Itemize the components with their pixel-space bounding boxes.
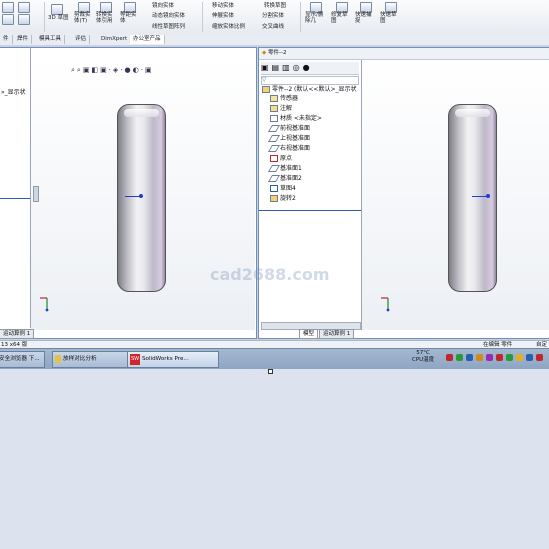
tab-weldments[interactable]: 焊件 xyxy=(14,35,33,44)
ribbon-split-line[interactable]: 转换草图 xyxy=(264,3,286,9)
tab-model[interactable]: 模型 xyxy=(299,329,319,339)
ribbon-repair-sketch[interactable]: 修复草 图 xyxy=(331,12,348,24)
left-document-window: »_显示状 ⌕⌕▣◧▣·◈·●◐·▣ 运动算例 1 xyxy=(0,47,257,339)
left-motion-study-tab[interactable]: 运动算例 1 xyxy=(0,329,35,339)
left-feature-tree-panel: »_显示状 xyxy=(0,48,31,328)
tab-dimxpert[interactable]: DimXpert xyxy=(98,35,132,44)
tree-item-top-plane[interactable]: 上视基准面 xyxy=(267,135,310,142)
taskbar-item-solidworks[interactable]: SW SolidWorks Pre... xyxy=(127,351,219,368)
ribbon-stretch-entities[interactable]: 伸展实体 xyxy=(212,13,234,19)
tree-item-front-plane[interactable]: 前视基准面 xyxy=(267,125,310,132)
left-splitter-handle[interactable] xyxy=(33,186,39,202)
tab-mold-tools[interactable]: 模具工具 xyxy=(36,35,66,44)
ribbon-move-entities[interactable]: 移动实体 xyxy=(212,3,234,9)
tree-item-plane1[interactable]: 基准面1 xyxy=(267,165,302,172)
feature-manager-tabs[interactable]: ▣▤▥◎● xyxy=(261,62,359,75)
ribbon-mirror-entities-top[interactable]: 镜向实体 xyxy=(152,3,174,9)
tab-motion-study[interactable]: 运动算例 1 xyxy=(319,329,355,339)
arc-tool-icon[interactable] xyxy=(2,14,14,25)
ribbon-convert-entities[interactable]: 转换实 体引用 xyxy=(96,12,113,24)
resize-handle[interactable] xyxy=(268,369,273,374)
workspace: »_显示状 ⌕⌕▣◧▣·◈·●◐·▣ 运动算例 1 ◆ 零件--2 ▣▤▥◎● … xyxy=(0,45,549,340)
right-document-window: ◆ 零件--2 ▣▤▥◎● ▽ 零件--2 (默认<<默认>_显示状 传感器 注… xyxy=(258,47,549,339)
tray-icon-2[interactable] xyxy=(456,354,463,361)
tree-item-origin[interactable]: 原点 xyxy=(270,155,292,162)
spline-tool-icon[interactable] xyxy=(18,2,30,13)
tree-item-right-plane[interactable]: 右视基准面 xyxy=(267,145,310,152)
sketch-point-right xyxy=(486,194,490,198)
tab-sketch[interactable]: 件 xyxy=(0,35,13,44)
folder-icon xyxy=(55,355,61,363)
circle-tool-icon[interactable] xyxy=(2,2,14,13)
filter-icon[interactable]: ▽ xyxy=(261,76,359,85)
tree-item-material[interactable]: 材质 <未指定> xyxy=(270,115,322,122)
tray-icon-6[interactable] xyxy=(496,354,503,361)
tray-icon-9[interactable] xyxy=(526,354,533,361)
tray-icon-3[interactable] xyxy=(466,354,473,361)
taskbar-item-browser[interactable]: 安全浏览器 下... xyxy=(0,351,45,368)
ribbon-offset-entities[interactable]: 等距实 体 xyxy=(120,12,137,24)
part-model-right[interactable] xyxy=(448,104,497,292)
ribbon-quick-snaps[interactable]: 快速捕 捉 xyxy=(355,12,372,24)
ribbon-intersection-curve[interactable]: 交叉曲线 xyxy=(262,24,284,30)
tray-icon-5[interactable] xyxy=(486,354,493,361)
command-ribbon: 3D 草图 剪裁实 体(T) 转换实 体引用 等距实 体 镜向实体 动态镜向实体… xyxy=(0,0,549,35)
tray-icon-1[interactable] xyxy=(446,354,453,361)
sketch-point xyxy=(139,194,143,198)
ribbon-display-relations[interactable]: 显示/删 除几 xyxy=(305,12,323,24)
cpu-temperature: 57°C CPU温度 xyxy=(412,350,435,363)
watermark: cad2688.com xyxy=(210,265,330,284)
solidworks-icon: SW xyxy=(130,354,140,365)
right-graphics-viewport[interactable] xyxy=(362,60,549,330)
tree-item-sketch4[interactable]: 草图4 xyxy=(270,185,296,192)
tree-item-revolve2[interactable]: 旋转2 xyxy=(270,195,296,202)
tab-office-products[interactable]: 办公室产品 xyxy=(130,35,165,44)
ribbon-sketch-3d[interactable]: 3D 草图 xyxy=(48,15,68,21)
left-tree-root[interactable]: »_显示状 xyxy=(1,89,26,96)
triad-axis-icon xyxy=(40,297,49,312)
tree-item-sensors[interactable]: 传感器 xyxy=(270,95,298,102)
left-graphics-viewport[interactable]: ⌕⌕▣◧▣·◈·●◐·▣ xyxy=(31,60,255,330)
tray-icon-10[interactable] xyxy=(536,354,543,361)
heads-up-view-toolbar[interactable]: ⌕⌕▣◧▣·◈·●◐·▣ xyxy=(71,66,154,75)
feature-manager-tree: ▣▤▥◎● ▽ 零件--2 (默认<<默认>_显示状 传感器 注解 材质 <未指… xyxy=(259,60,362,330)
tree-item-annotations[interactable]: 注解 xyxy=(270,105,292,112)
tray-icon-4[interactable] xyxy=(476,354,483,361)
ribbon-scale-entities[interactable]: 缩放实体比例 xyxy=(212,24,245,30)
tab-evaluate[interactable]: 评估 xyxy=(72,35,91,44)
tree-item-plane2[interactable]: 基准面2 xyxy=(267,175,302,182)
tray-icon-8[interactable] xyxy=(516,354,523,361)
polygon-tool-icon[interactable] xyxy=(18,14,30,25)
ribbon-split-entities[interactable]: 分割实体 xyxy=(262,13,284,19)
sketch-3d-icon[interactable] xyxy=(51,4,63,15)
ribbon-trim-entities[interactable]: 剪裁实 体(T) xyxy=(74,12,91,24)
taskbar-item-folder[interactable]: 放样对比分析 xyxy=(52,351,134,368)
windows-taskbar: 安全浏览器 下... 放样对比分析 SW SolidWorks Pre... 57… xyxy=(0,348,549,369)
right-window-title: ◆ 零件--2 xyxy=(259,48,549,60)
ribbon-dynamic-mirror[interactable]: 动态镜向实体 xyxy=(152,13,185,19)
triad-axis-icon-right xyxy=(381,297,390,312)
tree-root-part[interactable]: 零件--2 (默认<<默认>_显示状 xyxy=(262,86,356,93)
ribbon-linear-pattern[interactable]: 线性草图阵列 xyxy=(152,24,185,30)
part-model-left[interactable] xyxy=(117,104,166,292)
ribbon-rapid-sketch[interactable]: 快速草 图 xyxy=(380,12,397,24)
tray-icon-7[interactable] xyxy=(506,354,513,361)
